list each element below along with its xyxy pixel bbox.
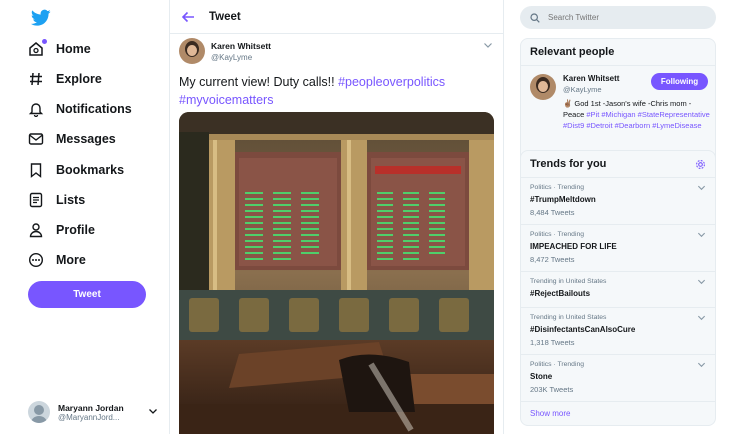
home-icon [26,39,47,59]
tweet-photo[interactable] [179,112,494,434]
panel-title: Trends for you [530,158,607,170]
following-button[interactable]: Following [651,73,708,90]
trend-meta: Politics · Trending [530,231,585,238]
tweet-author-handle[interactable]: @KayLyme [211,53,252,62]
bell-icon [26,99,46,119]
search-input[interactable] [548,13,698,22]
avatar[interactable] [530,74,556,100]
chamber-photo-illustration [179,112,494,434]
nav-label: Profile [56,223,95,237]
person-name[interactable]: Karen Whitsett [563,74,619,83]
chevron-down-icon[interactable] [697,230,706,239]
hashtag-icon [26,69,46,89]
person-handle[interactable]: @KayLyme [563,85,602,94]
trend-topic: #DisinfectantsCanAlsoCure [530,325,636,334]
trend-meta: Politics · Trending [530,184,585,191]
chevron-down-icon[interactable] [697,277,706,286]
trend-count: 8,472 Tweets [530,255,575,264]
back-arrow-icon[interactable] [181,10,195,24]
person-icon [26,220,46,240]
person-bio: ✌🏽 God 1st -Jason's wife -Chris mom -Pea… [563,98,711,131]
more-circle-icon [26,250,46,270]
chevron-down-icon[interactable] [483,40,493,50]
chevron-down-icon[interactable] [697,183,706,192]
tweet-header: Tweet [170,0,504,34]
trend-item[interactable]: Trending in United States #RejectBailout… [521,272,715,308]
hashtag-link[interactable]: #peopleoverpolitics [338,75,445,89]
trends-header: Trends for you [521,151,715,178]
trend-count: 1,318 Tweets [530,338,575,347]
trend-meta: Trending in United States [530,314,607,321]
nav-profile[interactable]: Profile [26,216,95,244]
trend-topic: IMPEACHED FOR LIFE [530,242,617,251]
trend-topic: #RejectBailouts [530,289,591,298]
envelope-icon [26,129,46,149]
nav-home[interactable]: Home [26,35,91,63]
chevron-down-icon [149,409,157,414]
account-name: Maryann Jordan [58,402,124,413]
chevron-down-icon[interactable] [697,360,706,369]
nav-label: Notifications [56,102,132,116]
notification-dot [42,39,47,44]
trend-meta: Politics · Trending [530,361,585,368]
trend-count: 8,484 Tweets [530,208,575,217]
trend-item[interactable]: Politics · Trending #TrumpMeltdown 8,484… [521,178,715,225]
trend-count: 203K Tweets [530,385,574,394]
tweet-column: Tweet Karen Whitsett @KayLyme My current… [170,0,504,434]
trend-topic: #TrumpMeltdown [530,195,596,204]
chevron-down-icon[interactable] [697,313,706,322]
nav-label: Lists [56,193,86,207]
right-sidebar: Relevant people Karen Whitsett @KayLyme … [504,0,750,434]
nav-label: Messages [56,132,116,146]
nav-lists[interactable]: Lists [26,186,85,214]
list-icon [26,190,46,210]
nav-explore[interactable]: Explore [26,65,102,93]
search-bar[interactable] [520,6,716,29]
hashtag-link[interactable]: #myvoicematters [179,93,273,107]
compose-tweet-button[interactable]: Tweet [28,281,146,308]
trend-topic: Stone [530,372,553,381]
trend-item[interactable]: Trending in United States #Disinfectants… [521,308,715,355]
twitter-logo-icon[interactable] [31,9,51,27]
nav-more[interactable]: More [26,246,86,274]
nav-bookmarks[interactable]: Bookmarks [26,156,124,184]
avatar [28,401,50,423]
nav-label: More [56,253,86,267]
trends-panel: Trends for you Politics · Trending #Trum… [520,150,716,426]
tweet-author-name[interactable]: Karen Whitsett [211,41,271,51]
nav-label: Bookmarks [56,163,125,177]
left-sidebar: Home Explore Notifications Messages Book… [0,0,170,434]
trend-item[interactable]: Politics · Trending IMPEACHED FOR LIFE 8… [521,225,715,272]
bio-hashtags[interactable]: #Pit #Michigan #StateRepresentative #Dis… [563,110,710,130]
nav-label: Home [56,42,91,56]
search-icon [530,12,540,23]
account-handle: @MaryannJord... [58,412,120,422]
account-switcher[interactable]: Maryann Jordan @MaryannJord... [28,398,158,426]
page-title: Tweet [209,11,241,23]
nav-messages[interactable]: Messages [26,125,116,153]
tweet-body: My current view! Duty calls!! [179,75,335,89]
tweet-text: My current view! Duty calls!! #peopleove… [179,73,495,109]
nav-label: Explore [56,72,102,86]
bookmark-icon [26,160,46,180]
show-more-link[interactable]: Show more [521,402,715,425]
avatar[interactable] [179,38,205,64]
panel-title: Relevant people [521,39,715,66]
gear-icon[interactable] [695,159,706,170]
trend-meta: Trending in United States [530,278,607,285]
trend-item[interactable]: Politics · Trending Stone 203K Tweets [521,355,715,402]
nav-notifications[interactable]: Notifications [26,95,132,123]
relevant-people-panel: Relevant people Karen Whitsett @KayLyme … [520,38,716,167]
